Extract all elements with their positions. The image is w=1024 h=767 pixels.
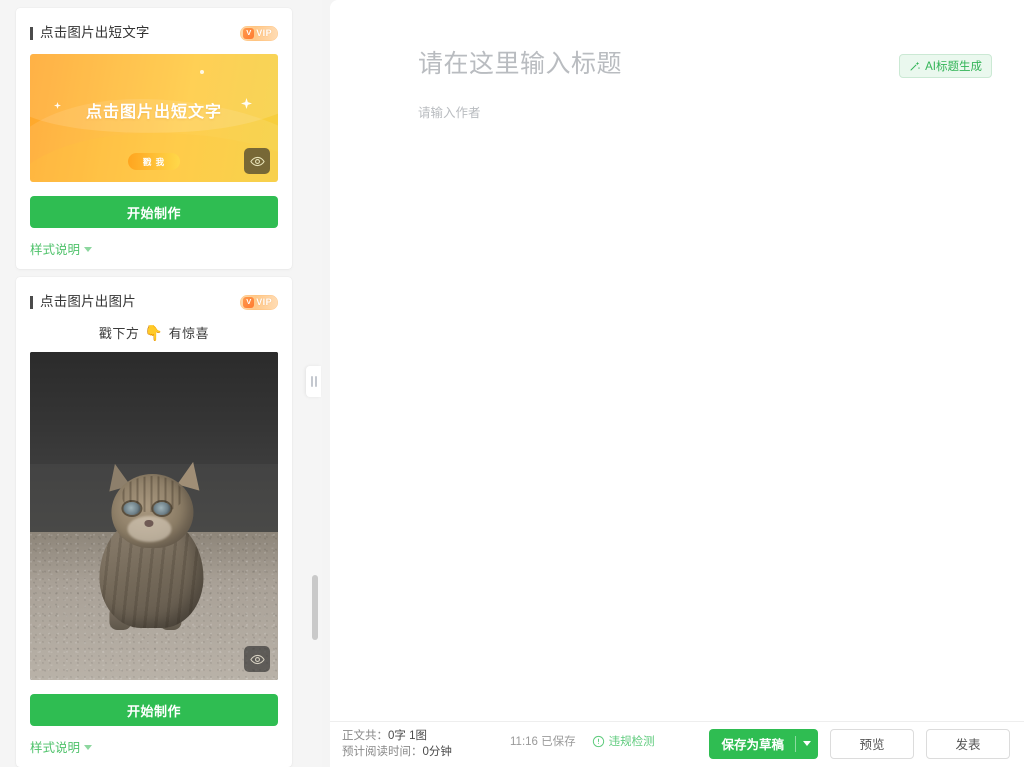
editor-sheet: 请在这里输入标题 AI标题生成 请输入作者 正文共：0字 1图 预计阅读时间：0… (330, 0, 1024, 767)
preview-button[interactable]: 预览 (830, 728, 914, 759)
card-title-wrap: 点击图片出短文字 (30, 26, 150, 40)
card-title: 点击图片出图片 (40, 294, 136, 310)
kitten-illustration (87, 450, 215, 630)
save-draft-dropdown-toggle[interactable] (796, 729, 818, 759)
save-as-draft-label: 保存为草稿 (721, 738, 784, 752)
risk-check-button[interactable]: 违规检测 (592, 733, 655, 749)
editor-app: 点击图片出短文字 V VIP 点击图片出短文字 戳 我 开始制作 样式说明 点击… (0, 0, 1024, 767)
card-title-wrap: 点击图片出图片 (30, 295, 136, 309)
start-create-button[interactable]: 开始制作 (30, 694, 278, 726)
vip-badge-label: VIP (256, 297, 272, 307)
template-list-scroll[interactable]: 点击图片出短文字 V VIP 点击图片出短文字 戳 我 开始制作 样式说明 点击… (0, 0, 322, 767)
title-accent-bar (30, 26, 33, 40)
eye-icon (249, 654, 265, 664)
word-count-row: 正文共：0字 1图 (342, 730, 490, 743)
template-card-short-text[interactable]: 点击图片出短文字 V VIP 点击图片出短文字 戳 我 开始制作 样式说明 (16, 8, 292, 269)
template-thumbnail-gradient[interactable]: 点击图片出短文字 戳 我 (30, 54, 278, 182)
title-row: 请在这里输入标题 AI标题生成 (418, 48, 992, 81)
sparkle-dot-icon (200, 70, 204, 74)
editor-bottom-bar: 正文共：0字 1图 预计阅读时间：0分钟 11:16 已保存 违规检测 保存为草… (330, 721, 1024, 767)
panel-collapse-handle[interactable] (306, 366, 321, 397)
bottom-bar-actions: 保存为草稿 预览 发表 (709, 728, 1010, 759)
article-content-editor[interactable] (418, 140, 992, 711)
kitten-nose (144, 519, 154, 527)
chevron-down-icon (84, 745, 93, 750)
thumbnail-caption: 点击图片出短文字 (85, 104, 222, 121)
template-thumbnail-photo[interactable] (30, 352, 278, 680)
risk-check-label: 违规检测 (608, 736, 655, 748)
vip-badge-label: VIP (256, 28, 272, 38)
vip-badge: V VIP (240, 25, 278, 41)
word-count-value: 0字 1图 (388, 730, 427, 743)
read-time-value: 0分钟 (422, 746, 452, 758)
editor-main: 请在这里输入标题 AI标题生成 请输入作者 正文共：0字 1图 预计阅读时间：0… (322, 0, 1024, 767)
v-crown-icon: V (243, 296, 255, 308)
saved-label: 已保存 (541, 736, 576, 748)
hint-prefix: 戳下方 (98, 326, 140, 341)
chevron-down-icon (84, 247, 93, 252)
card-title: 点击图片出短文字 (40, 25, 150, 41)
kitten-eye (123, 501, 141, 515)
start-create-button[interactable]: 开始制作 (30, 196, 278, 228)
pointing-down-icon: 👇 (144, 324, 164, 342)
saved-status: 11:16 已保存 (510, 733, 576, 749)
document-stats: 正文共：0字 1图 预计阅读时间：0分钟 (342, 730, 490, 758)
preview-eye-button[interactable] (244, 646, 270, 672)
publish-button[interactable]: 发表 (926, 728, 1010, 759)
poke-me-button[interactable]: 戳 我 (128, 153, 180, 170)
article-title-input[interactable]: 请在这里输入标题 (418, 48, 622, 81)
caret-down-icon (803, 741, 811, 746)
template-sidebar: 点击图片出短文字 V VIP 点击图片出短文字 戳 我 开始制作 样式说明 点击… (0, 0, 322, 767)
title-accent-bar (30, 295, 33, 309)
card-header: 点击图片出短文字 V VIP (30, 22, 278, 44)
drag-handle-icon (314, 376, 317, 387)
preview-eye-button[interactable] (244, 148, 270, 174)
drag-handle-icon (310, 376, 313, 387)
eye-icon (249, 156, 265, 166)
v-crown-icon: V (243, 27, 255, 39)
ai-title-generate-button[interactable]: AI标题生成 (899, 54, 992, 78)
save-as-draft-button[interactable]: 保存为草稿 (709, 728, 818, 759)
card-header: 点击图片出图片 V VIP (30, 291, 278, 313)
saved-time: 11:16 (510, 736, 538, 748)
ai-title-generate-label: AI标题生成 (925, 61, 982, 73)
kitten-eye (153, 501, 171, 515)
style-description-label: 样式说明 (30, 243, 81, 257)
read-time-label: 预计阅读时间： (342, 746, 423, 758)
sidebar-scrollbar-thumb[interactable] (312, 575, 318, 640)
style-description-toggle[interactable]: 样式说明 (30, 239, 93, 258)
magic-wand-icon (910, 61, 921, 71)
shield-check-icon (592, 735, 604, 747)
editor-body: 请在这里输入标题 AI标题生成 请输入作者 (330, 0, 1024, 721)
template-card-image[interactable]: 点击图片出图片 V VIP 戳下方 👇 有惊喜 开始制作 样式说明 (16, 277, 292, 767)
template-hint-row: 戳下方 👇 有惊喜 (30, 323, 278, 342)
word-count-label: 正文共： (342, 730, 388, 743)
article-author-input[interactable]: 请输入作者 (418, 102, 481, 121)
style-description-label: 样式说明 (30, 741, 81, 755)
vip-badge: V VIP (240, 294, 278, 310)
style-description-toggle[interactable]: 样式说明 (30, 737, 93, 756)
hint-suffix: 有惊喜 (168, 326, 210, 341)
read-time-row: 预计阅读时间：0分钟 (342, 746, 490, 759)
